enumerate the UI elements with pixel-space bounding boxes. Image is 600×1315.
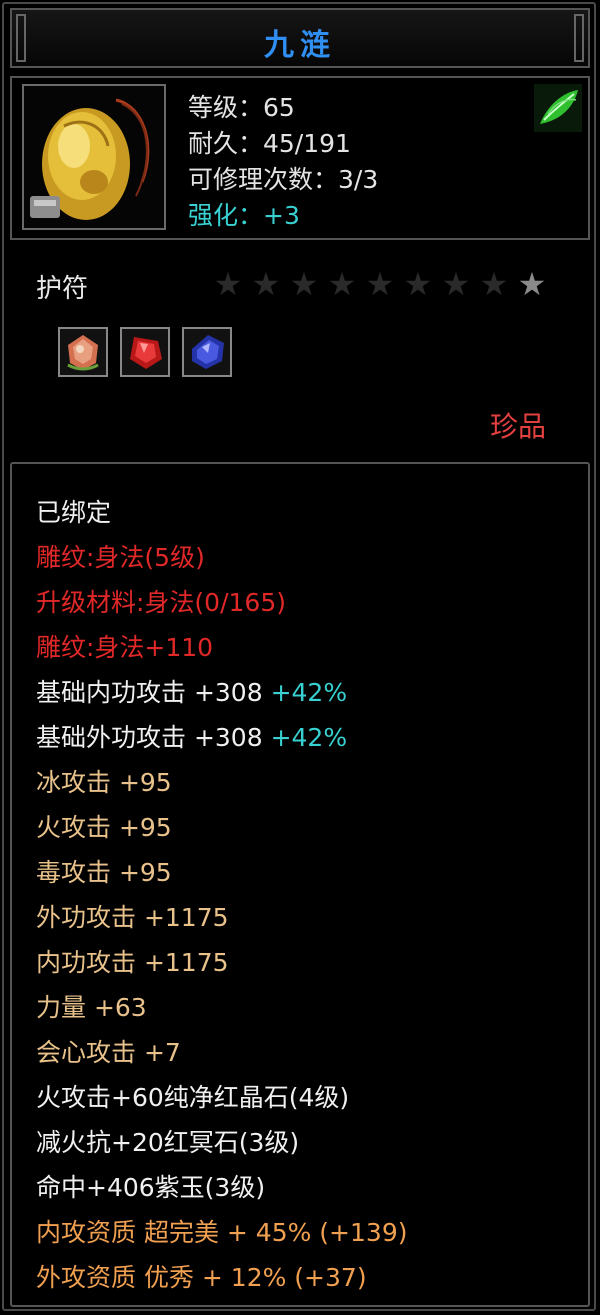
attribute-line: 火攻击 +95 xyxy=(36,813,172,842)
attribute-line: 雕纹:身法(5级) xyxy=(36,543,205,572)
attribute-bonus: +42% xyxy=(270,723,348,752)
attribute-text: 基础外功攻击 +308 xyxy=(36,723,263,752)
item-tooltip: 九涟 等级：65 耐久：45/191 可修理次数：3/3 强化：+3 护符 ★ … xyxy=(0,0,600,1315)
star-icon: ★ xyxy=(479,265,509,303)
item-level: 等级：65 xyxy=(188,93,295,122)
attribute-text: 基础内功攻击 +308 xyxy=(36,678,263,707)
item-name: 九涟 xyxy=(264,28,336,63)
attribute-line: 毒攻击 +95 xyxy=(36,858,172,887)
item-repair-count: 可修理次数：3/3 xyxy=(188,165,379,194)
star-icon: ★ xyxy=(403,265,433,303)
star-icon: ★ xyxy=(213,265,243,303)
attribute-line: 基础内功攻击 +308 +42% xyxy=(36,673,347,709)
attribute-line: 会心攻击 +7 xyxy=(36,1038,181,1067)
red-ruby-gem-icon[interactable] xyxy=(120,327,170,377)
star-icon: ★ xyxy=(327,265,357,303)
star-icon: ★ xyxy=(365,265,395,303)
blue-sapphire-gem-icon[interactable] xyxy=(182,327,232,377)
attribute-line: 升级材料:身法(0/165) xyxy=(36,588,286,617)
attribute-line: 外功攻击 +1175 xyxy=(36,903,229,932)
item-enhance: 强化：+3 xyxy=(188,201,300,230)
rarity-label: 珍品 xyxy=(490,410,547,443)
gem-socket-line: 命中+406紫玉(3级) xyxy=(36,1173,266,1202)
aptitude-line: 外攻资质 优秀 + 12% (+37) xyxy=(36,1263,367,1292)
attribute-bonus: +42% xyxy=(270,678,348,707)
attribute-line: 已绑定 xyxy=(36,498,112,527)
gem-socket-line: 火攻击+60纯净红晶石(4级) xyxy=(36,1083,350,1112)
star-icon: ★ xyxy=(517,265,547,303)
attribute-line: 力量 +63 xyxy=(36,993,147,1022)
title-bar: 九涟 xyxy=(10,8,590,68)
aptitude-line: 内攻资质 超完美 + 45% (+139) xyxy=(36,1218,408,1247)
attribute-line: 内功攻击 +1175 xyxy=(36,948,229,977)
amulet-icon xyxy=(22,84,166,230)
leaf-icon xyxy=(534,84,582,132)
attribute-line: 雕纹:身法+110 xyxy=(36,633,214,662)
item-category: 护符 xyxy=(36,274,89,304)
star-icon: ★ xyxy=(289,265,319,303)
attribute-line: 冰攻击 +95 xyxy=(36,768,172,797)
star-icon: ★ xyxy=(251,265,281,303)
star-icon: ★ xyxy=(441,265,471,303)
attribute-line: 基础外功攻击 +308 +42% xyxy=(36,718,347,754)
gem-socket-line: 减火抗+20红冥石(3级) xyxy=(36,1128,300,1157)
orange-crystal-gem-icon[interactable] xyxy=(58,327,108,377)
star-rating: ★ ★ ★ ★ ★ ★ ★ ★ ★ xyxy=(210,266,550,302)
item-durability: 耐久：45/191 xyxy=(188,129,351,158)
